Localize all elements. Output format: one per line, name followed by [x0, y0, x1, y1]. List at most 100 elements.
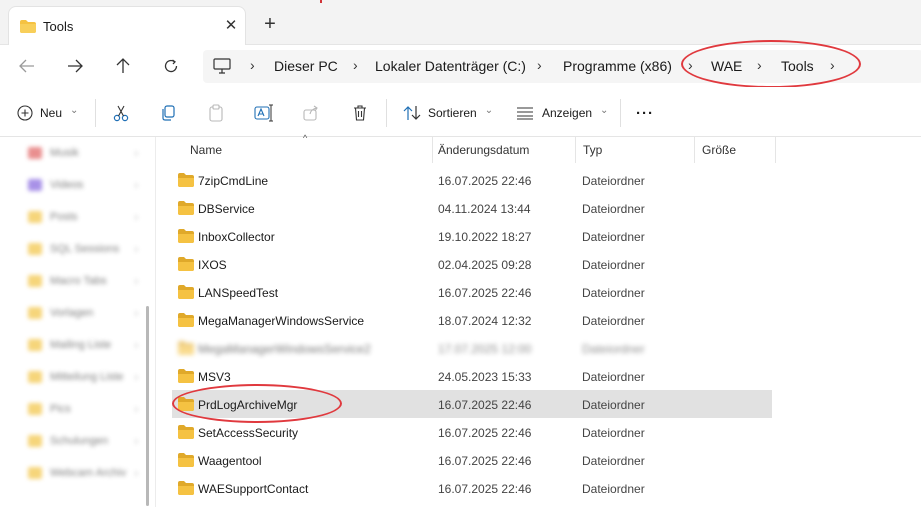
sidebar-item[interactable]: Macro Tabs ›: [28, 271, 138, 291]
breadcrumb-programme-x86[interactable]: Programme (x86): [563, 58, 672, 74]
more-options-icon[interactable]: ···: [636, 102, 654, 124]
sidebar-item[interactable]: Mitteilung Liste ›: [28, 367, 138, 387]
highlight-ring-breadcrumb: [681, 40, 861, 88]
file-type: Dateiordner: [582, 342, 645, 356]
command-bar: Neu ⌄ Sortieren ⌄ Anzeigen ⌄ ···: [0, 87, 921, 137]
up-arrow-icon[interactable]: [110, 54, 136, 78]
close-icon[interactable]: ✕: [221, 16, 241, 36]
folder-icon: [178, 201, 194, 218]
forward-arrow-icon[interactable]: [62, 54, 88, 78]
file-modified-date: 04.11.2024 13:44: [438, 202, 531, 216]
sort-icon: [403, 105, 421, 121]
tab-tools[interactable]: Tools ✕: [8, 6, 246, 45]
chevron-right-icon[interactable]: ›: [135, 180, 138, 191]
folder-icon: [28, 307, 42, 319]
chevron-right-icon[interactable]: ›: [135, 340, 138, 351]
cut-icon[interactable]: [112, 104, 132, 124]
file-name: 7zipCmdLine: [198, 174, 269, 188]
folder-icon: [28, 147, 42, 159]
folder-icon: [178, 341, 194, 358]
file-type: Dateiordner: [582, 454, 645, 468]
sidebar-scrollbar[interactable]: [146, 306, 149, 506]
table-row[interactable]: WAESupportContact 16.07.2025 22:46 Dateior…: [172, 474, 772, 502]
sidebar-item-label: Videos: [50, 179, 84, 191]
folder-icon: [28, 275, 42, 287]
table-row[interactable]: LANSpeedTest 16.07.2025 22:46 Dateiordner: [172, 278, 772, 306]
back-arrow-icon[interactable]: [14, 54, 40, 78]
sidebar-item[interactable]: SQL Sessions ›: [28, 239, 138, 259]
sidebar-item[interactable]: Mailing Liste ›: [28, 335, 138, 355]
folder-icon: [178, 229, 194, 246]
column-header-size[interactable]: Größe: [695, 137, 775, 163]
sidebar-item[interactable]: Posts ›: [28, 207, 138, 227]
table-row[interactable]: Waagentool 16.07.2025 22:46 Dateiordner: [172, 446, 772, 474]
table-row[interactable]: 7zipCmdLine 16.07.2025 22:46 Dateiordner: [172, 166, 772, 194]
new-tab-icon[interactable]: +: [260, 14, 280, 34]
share-icon[interactable]: [302, 104, 322, 124]
folder-icon: [20, 20, 36, 36]
sidebar-item[interactable]: Videos ›: [28, 175, 138, 195]
table-row[interactable]: MegaManagerWindowsService2 17.07.2025 12:…: [172, 334, 772, 362]
table-row[interactable]: MegaManagerWindowsService 18.07.2024 12:3…: [172, 306, 772, 334]
file-modified-date: 19.10.2022 18:27: [438, 230, 532, 244]
sidebar-item-label: Pics: [50, 403, 71, 415]
sidebar-item-label: Mitteilung Liste: [50, 371, 124, 383]
chevron-right-icon[interactable]: ›: [135, 148, 138, 159]
chevron-right-icon[interactable]: ›: [135, 212, 138, 223]
file-name: LANSpeedTest: [198, 286, 279, 300]
sidebar-item-label: Mailing Liste: [50, 339, 112, 351]
folder-icon: [28, 403, 42, 415]
file-type: Dateiordner: [582, 426, 645, 440]
file-modified-date: 18.07.2024 12:32: [438, 314, 532, 328]
table-row[interactable]: IXOS 02.04.2025 09:28 Dateiordner: [172, 250, 772, 278]
sort-button[interactable]: Sortieren ⌄: [403, 102, 493, 124]
refresh-icon[interactable]: [158, 54, 184, 78]
folder-icon: [28, 467, 42, 479]
chevron-right-icon[interactable]: ›: [135, 308, 138, 319]
file-type: Dateiordner: [582, 370, 645, 384]
trash-icon[interactable]: [351, 104, 371, 124]
file-type: Dateiordner: [582, 314, 645, 328]
new-button[interactable]: Neu ⌄: [17, 102, 78, 124]
sidebar-item[interactable]: Musik ›: [28, 143, 138, 163]
sidebar-item[interactable]: Schulungen ›: [28, 431, 138, 451]
file-modified-date: 17.07.2025 12:00: [438, 342, 532, 356]
file-modified-date: 16.07.2025 22:46: [438, 426, 532, 440]
tab-title: Tools: [43, 19, 74, 34]
view-button[interactable]: Anzeigen ⌄: [516, 102, 608, 124]
column-header-name[interactable]: Name: [172, 137, 432, 163]
chevron-right-icon[interactable]: ›: [135, 372, 138, 383]
column-header-date[interactable]: Änderungsdatum: [433, 137, 575, 163]
sidebar-item-label: Vorlagen: [50, 307, 94, 319]
sidebar-item-label: SQL Sessions: [50, 243, 120, 255]
file-modified-date: 16.07.2025 22:46: [438, 174, 532, 188]
column-header-type[interactable]: Typ: [576, 137, 694, 163]
paste-icon[interactable]: [207, 104, 227, 124]
chevron-right-icon[interactable]: ›: [135, 276, 138, 287]
sidebar-item[interactable]: Pics ›: [28, 399, 138, 419]
chevron-right-icon[interactable]: ›: [135, 244, 138, 255]
table-row[interactable]: InboxCollector 19.10.2022 18:27 Dateiordne…: [172, 222, 772, 250]
sidebar-item[interactable]: Vorlagen ›: [28, 303, 138, 323]
copy-icon[interactable]: [159, 104, 179, 124]
sidebar-item[interactable]: Webcam Archiv ›: [28, 463, 138, 483]
folder-icon: [28, 211, 42, 223]
divider[interactable]: [775, 137, 776, 163]
folder-icon: [178, 369, 194, 386]
sort-button-label: Sortieren: [428, 106, 477, 120]
breadcrumb-dieser-pc[interactable]: Dieser PC: [274, 58, 338, 74]
chevron-right-icon[interactable]: ›: [135, 404, 138, 415]
rename-icon[interactable]: [254, 104, 274, 124]
column-header-label: Name: [190, 143, 223, 157]
file-modified-date: 02.04.2025 09:28: [438, 258, 532, 272]
table-row[interactable]: DBService 04.11.2024 13:44 Dateiordner: [172, 194, 772, 222]
file-modified-date: 24.05.2023 15:33: [438, 370, 532, 384]
file-type: Dateiordner: [582, 202, 645, 216]
breadcrumb-laufwerk-c[interactable]: Lokaler Datenträger (C:): [375, 58, 526, 74]
new-button-label: Neu: [40, 106, 63, 120]
sidebar-item-label: Musik: [50, 147, 79, 159]
chevron-right-icon[interactable]: ›: [135, 468, 138, 479]
folder-icon: [28, 435, 42, 447]
divider: [620, 99, 621, 127]
chevron-right-icon[interactable]: ›: [135, 436, 138, 447]
